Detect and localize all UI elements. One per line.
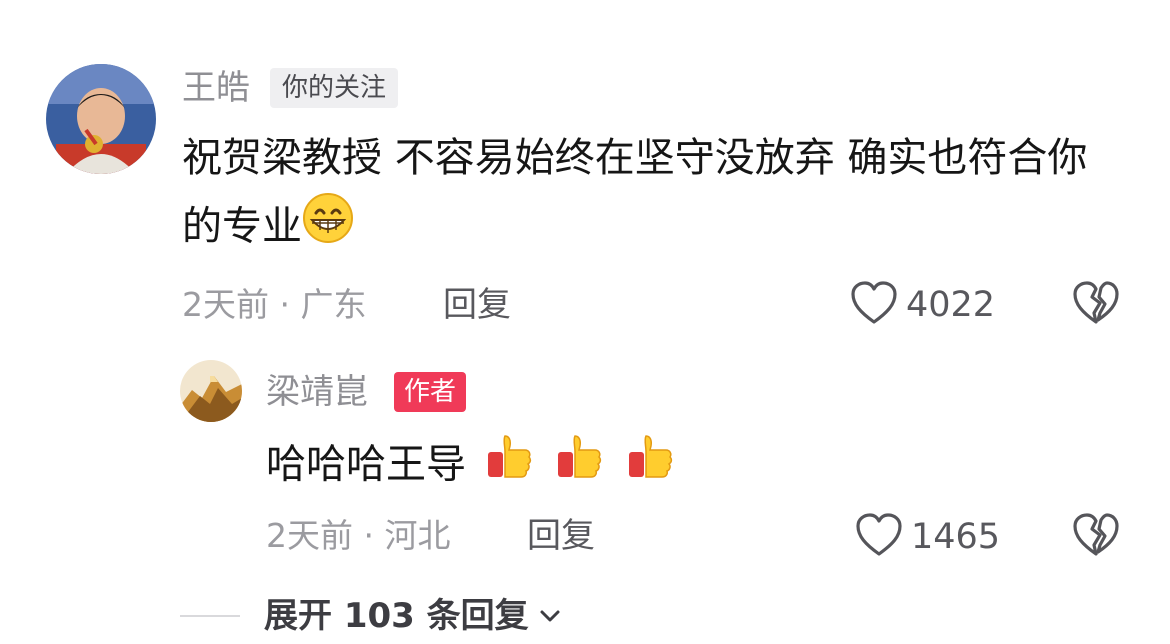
commenter-avatar[interactable] [46, 64, 156, 174]
reply-author-avatar[interactable] [180, 360, 242, 422]
comment-reply-button[interactable]: 回复 [443, 285, 511, 325]
thumbs-up-icon [624, 430, 676, 503]
grinning-face-emoji-icon [302, 192, 354, 265]
reply-like-count: 1465 [911, 517, 1001, 557]
reply-text: 哈哈哈王导 [266, 430, 676, 503]
divider-line [180, 615, 240, 617]
reply-time-location: 2天前 · 河北 [266, 516, 451, 555]
reply-text-content: 哈哈哈王导 [266, 441, 466, 488]
comment-like-button[interactable]: 4022 [850, 280, 995, 330]
thumbs-up-icon [553, 430, 605, 503]
expand-replies-button[interactable]: 展开 103 条回复 [180, 596, 563, 636]
reply-reply-button[interactable]: 回复 [527, 516, 595, 556]
broken-heart-icon [1072, 513, 1120, 562]
comment-time-location: 2天前 · 广东 [182, 285, 367, 324]
following-badge: 你的关注 [270, 68, 399, 108]
heart-icon [850, 280, 898, 330]
expand-replies-label: 展开 103 条回复 [264, 596, 529, 636]
comment-text: 祝贺梁教授 不容易始终在坚守没放弃 确实也符合你的专业 [182, 124, 1102, 265]
author-badge: 作者 [394, 372, 467, 412]
broken-heart-icon [1072, 281, 1120, 330]
reply-author-username[interactable]: 梁靖崑 [266, 372, 368, 412]
thumbs-up-icon [483, 430, 535, 503]
comment-dislike-button[interactable] [1072, 280, 1120, 330]
reply-like-button[interactable]: 1465 [855, 512, 1000, 562]
heart-icon [855, 512, 903, 562]
commenter-username[interactable]: 王皓 [182, 68, 250, 108]
comment-like-count: 4022 [906, 285, 996, 325]
chevron-down-icon [537, 603, 563, 629]
reply-dislike-button[interactable] [1072, 512, 1120, 562]
